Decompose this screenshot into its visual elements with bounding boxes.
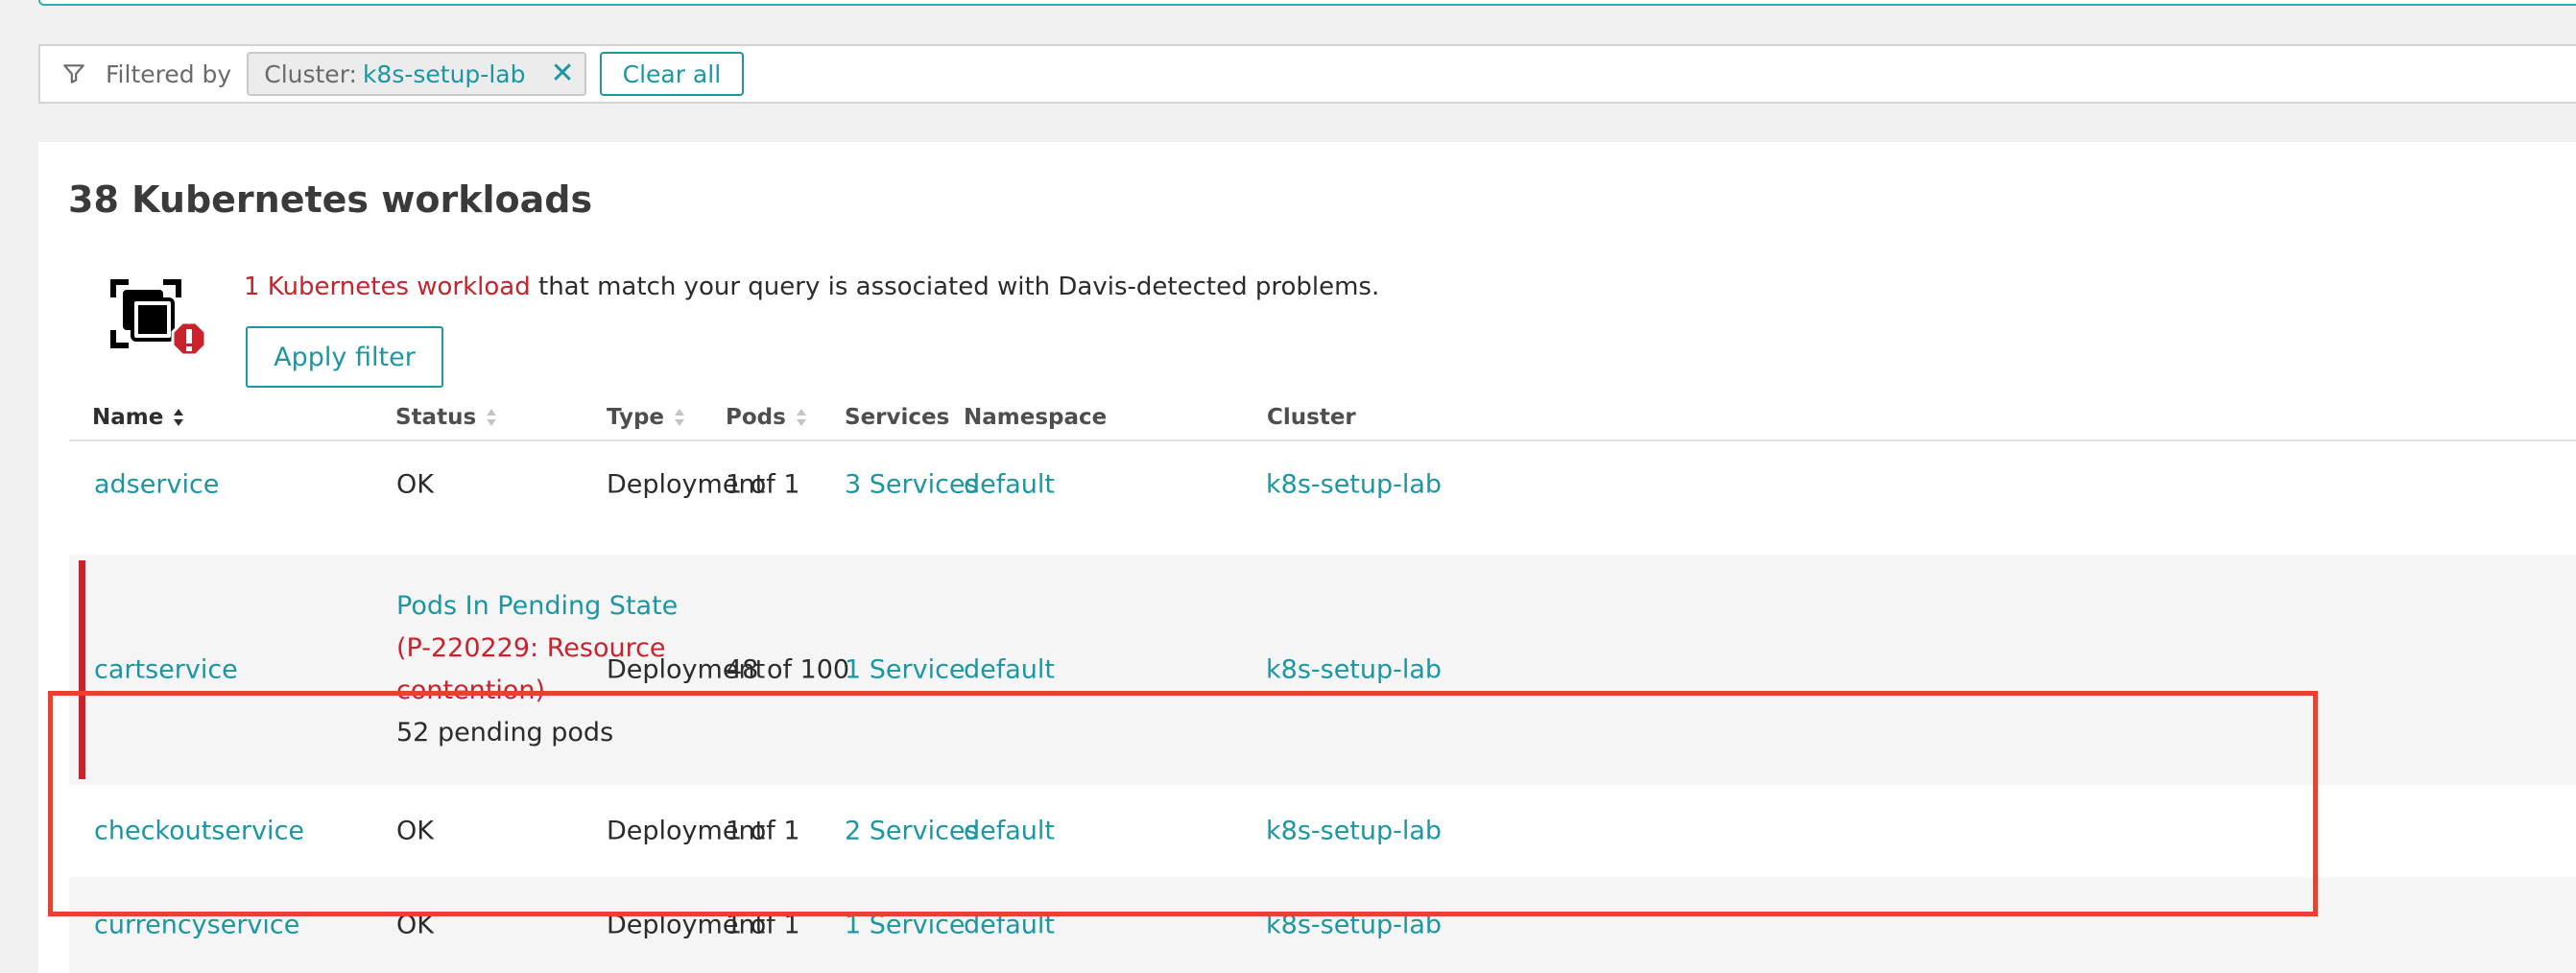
top-panel-edge <box>38 0 2576 6</box>
table-row: adservice OK Deployment 1 of 1 3 Service… <box>69 443 2576 526</box>
pods-text: 1 of 1 <box>726 469 800 500</box>
chip-key: Cluster: <box>264 59 357 88</box>
column-header-services: Services <box>845 405 950 430</box>
kubernetes-problem-icon <box>107 276 213 372</box>
column-status-label: Status <box>395 405 477 430</box>
table-header: Name Status Type Pods Services Namespace… <box>69 393 2576 441</box>
column-header-cluster: Cluster <box>1267 405 1356 430</box>
sort-icon[interactable] <box>796 408 807 427</box>
workload-name-link[interactable]: cartservice <box>94 655 238 685</box>
cluster-link[interactable]: k8s-setup-lab <box>1266 655 1442 685</box>
column-header-pods[interactable]: Pods <box>726 405 807 430</box>
cluster-filter-chip[interactable]: Cluster: k8s-setup-lab ✕ <box>247 52 586 96</box>
filtered-by-label: Filtered by <box>106 59 232 88</box>
filter-bar: Filtered by Cluster: k8s-setup-lab ✕ Cle… <box>38 44 2576 104</box>
column-pods-label: Pods <box>726 405 786 430</box>
column-header-name[interactable]: Name <box>92 405 184 430</box>
sort-active-icon[interactable] <box>173 408 184 427</box>
column-name-label: Name <box>92 405 164 430</box>
page-title: 38 Kubernetes workloads <box>68 178 593 221</box>
sort-icon[interactable] <box>486 408 497 427</box>
column-type-label: Type <box>607 405 665 430</box>
filter-funnel-icon <box>61 59 90 88</box>
column-header-namespace: Namespace <box>964 405 1108 430</box>
problem-alert-rest: that match your query is associated with… <box>530 273 1380 301</box>
workloads-panel: 38 Kubernetes workloads 1 Kubernetes wor… <box>38 142 2576 973</box>
pods-text: 48 of 100 <box>726 654 850 685</box>
problem-title-link[interactable]: Pods In Pending State <box>396 585 678 628</box>
services-link[interactable]: 1 Service <box>845 655 966 685</box>
problem-alert-text: 1 Kubernetes workload that match your qu… <box>244 273 1379 301</box>
cluster-link[interactable]: k8s-setup-lab <box>1266 470 1442 500</box>
problem-workload-link[interactable]: 1 Kubernetes workload <box>244 273 531 301</box>
highlight-annotation-box <box>48 691 2318 916</box>
clear-all-button[interactable]: Clear all <box>599 52 745 96</box>
namespace-link[interactable]: default <box>964 470 1055 500</box>
column-header-type[interactable]: Type <box>607 405 685 430</box>
services-link[interactable]: 3 Services <box>845 470 979 500</box>
sort-icon[interactable] <box>674 408 685 427</box>
column-header-status[interactable]: Status <box>395 405 497 430</box>
chip-value: k8s-setup-lab <box>362 59 526 88</box>
namespace-link[interactable]: default <box>964 655 1055 685</box>
remove-filter-icon[interactable]: ✕ <box>550 59 574 88</box>
status-text: OK <box>396 469 434 500</box>
apply-filter-button[interactable]: Apply filter <box>246 326 443 388</box>
workload-name-link[interactable]: adservice <box>94 470 219 500</box>
